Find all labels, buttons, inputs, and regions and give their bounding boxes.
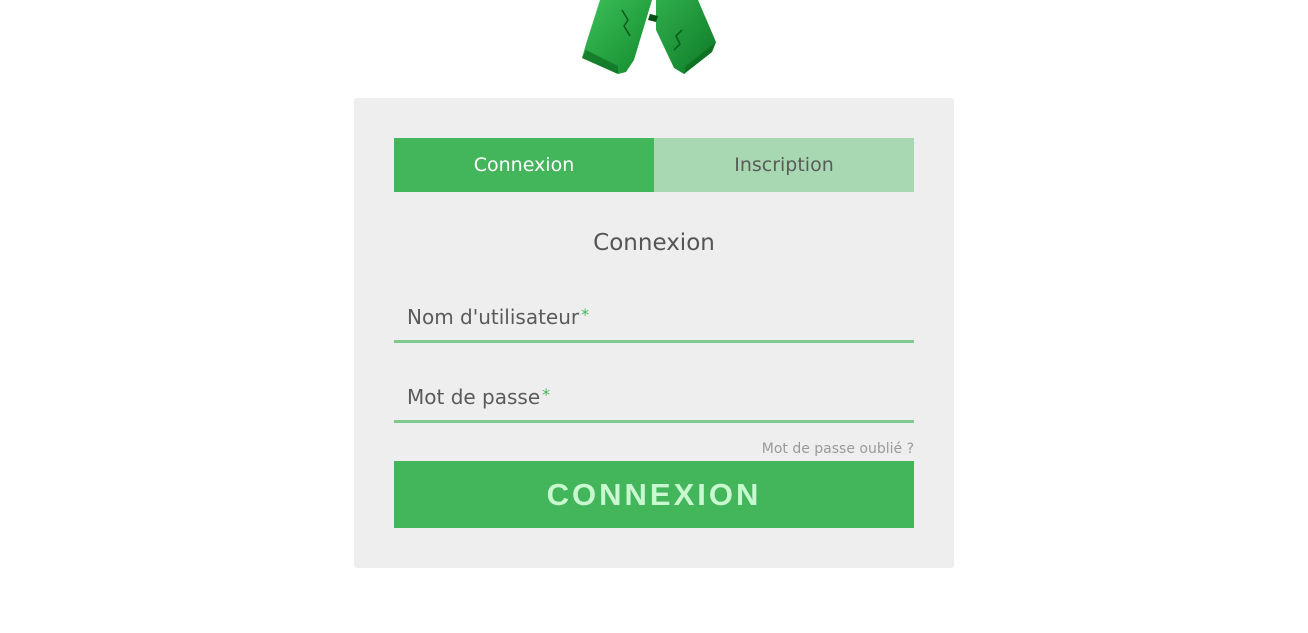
form-title: Connexion: [593, 230, 715, 256]
password-input[interactable]: [394, 376, 914, 420]
password-field[interactable]: Mot de passe *: [394, 376, 914, 423]
tab-connexion[interactable]: Connexion: [394, 138, 654, 192]
forgot-password-link[interactable]: Mot de passe oublié ?: [762, 441, 914, 457]
login-card: Connexion Inscription Connexion Nom d'ut…: [354, 98, 954, 568]
logo: [578, 0, 722, 76]
auth-tabs: Connexion Inscription: [394, 138, 914, 192]
login-button[interactable]: CONNEXION: [394, 461, 914, 528]
tab-inscription[interactable]: Inscription: [654, 138, 914, 192]
username-input[interactable]: [394, 296, 914, 340]
username-field[interactable]: Nom d'utilisateur *: [394, 296, 914, 343]
